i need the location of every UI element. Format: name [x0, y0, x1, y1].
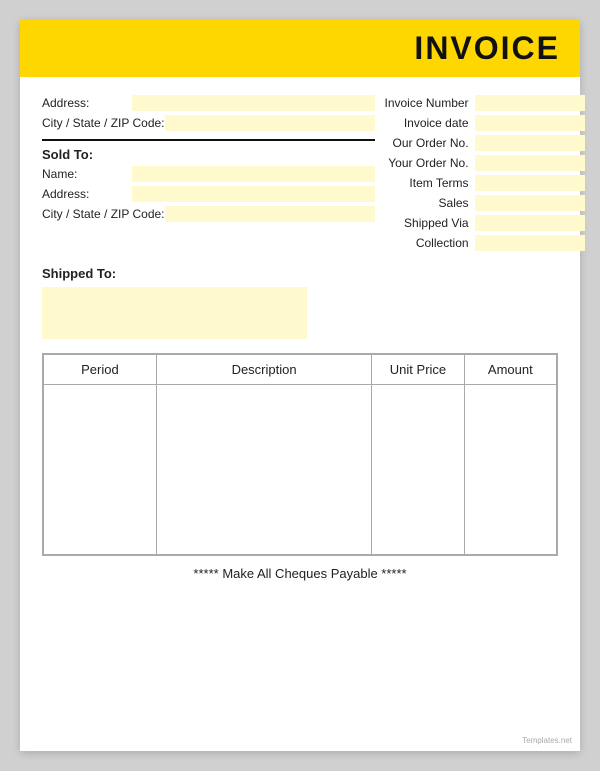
name-label: Name:	[42, 167, 132, 181]
invoice-date-row: Invoice date	[385, 115, 585, 131]
invoice-date-input[interactable]	[475, 115, 585, 131]
shipped-via-input[interactable]	[475, 215, 585, 231]
address-row: Address:	[42, 95, 375, 111]
invoice-table: Period Description Unit Price Amount	[43, 354, 557, 555]
address2-row: Address:	[42, 186, 375, 202]
city-row: City / State / ZIP Code:	[42, 115, 375, 131]
col-amount: Amount	[464, 355, 556, 385]
sales-label: Sales	[439, 196, 469, 210]
shipped-to-box[interactable]	[42, 287, 307, 339]
watermark: Templates.net	[522, 736, 572, 745]
shipped-to-label: Shipped To:	[42, 266, 558, 281]
right-column: Invoice Number Invoice date Our Order No…	[385, 95, 585, 254]
shipped-to-section: Shipped To:	[42, 266, 558, 339]
name-input[interactable]	[132, 166, 375, 182]
address-label: Address:	[42, 96, 132, 110]
city-input[interactable]	[165, 115, 375, 131]
sales-input[interactable]	[475, 195, 585, 211]
invoice-page: INVOICE Address: City / State / ZIP Code…	[20, 20, 580, 751]
cell-unit-price[interactable]	[372, 385, 464, 555]
divider	[42, 139, 375, 141]
your-order-row: Your Order No.	[385, 155, 585, 171]
name-row: Name:	[42, 166, 375, 182]
collection-input[interactable]	[475, 235, 585, 251]
city2-label: City / State / ZIP Code:	[42, 207, 165, 221]
sold-to-label: Sold To:	[42, 147, 375, 162]
city2-input[interactable]	[165, 206, 375, 222]
invoice-date-label: Invoice date	[404, 116, 469, 130]
invoice-header: INVOICE	[20, 20, 580, 77]
shipped-via-label: Shipped Via	[404, 216, 469, 230]
your-order-label: Your Order No.	[388, 156, 468, 170]
table-header-row: Period Description Unit Price Amount	[44, 355, 557, 385]
city2-row: City / State / ZIP Code:	[42, 206, 375, 222]
collection-label: Collection	[416, 236, 469, 250]
sales-row: Sales	[385, 195, 585, 211]
collection-row: Collection	[385, 235, 585, 251]
invoice-number-label: Invoice Number	[385, 96, 469, 110]
address2-input[interactable]	[132, 186, 375, 202]
invoice-number-input[interactable]	[475, 95, 585, 111]
shipped-via-row: Shipped Via	[385, 215, 585, 231]
address2-label: Address:	[42, 187, 132, 201]
cell-amount[interactable]	[464, 385, 556, 555]
invoice-title: INVOICE	[414, 30, 560, 66]
item-terms-input[interactable]	[475, 175, 585, 191]
item-terms-label: Item Terms	[409, 176, 468, 190]
our-order-input[interactable]	[475, 135, 585, 151]
col-unit-price: Unit Price	[372, 355, 464, 385]
cell-description[interactable]	[156, 385, 371, 555]
invoice-table-section: Period Description Unit Price Amount	[42, 353, 558, 556]
item-terms-row: Item Terms	[385, 175, 585, 191]
invoice-body: Address: City / State / ZIP Code: Sold T…	[20, 77, 580, 601]
city-label: City / State / ZIP Code:	[42, 116, 165, 130]
footer-text: ***** Make All Cheques Payable *****	[42, 566, 558, 591]
your-order-input[interactable]	[475, 155, 585, 171]
col-description: Description	[156, 355, 371, 385]
cell-period[interactable]	[44, 385, 157, 555]
invoice-number-row: Invoice Number	[385, 95, 585, 111]
address-input[interactable]	[132, 95, 375, 111]
left-column: Address: City / State / ZIP Code: Sold T…	[42, 95, 375, 254]
table-row	[44, 385, 557, 555]
col-period: Period	[44, 355, 157, 385]
top-section: Address: City / State / ZIP Code: Sold T…	[42, 95, 558, 254]
our-order-row: Our Order No.	[385, 135, 585, 151]
our-order-label: Our Order No.	[393, 136, 469, 150]
